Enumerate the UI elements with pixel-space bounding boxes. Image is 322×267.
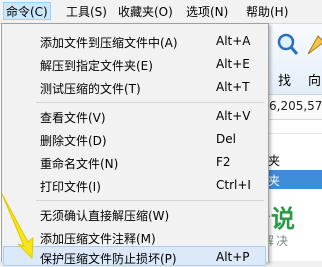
menu-item-shortcut: Alt+V — [216, 109, 251, 123]
path-bar: 6,205,572 — [262, 95, 322, 120]
find-label: 找 — [278, 74, 292, 89]
wizard-label: 向 — [308, 74, 322, 89]
menu-item-shortcut: Ctrl+I — [216, 178, 251, 192]
archive-size: 6,205,572 — [269, 99, 322, 113]
menu-item-shortcut: Alt+T — [216, 80, 250, 94]
menu-separator — [36, 200, 264, 201]
menu-item-shortcut: Alt+E — [216, 57, 250, 71]
menu-item-shortcut: Alt+P — [216, 250, 250, 264]
menu-item-shortcut: F2 — [216, 155, 231, 169]
list-item-selected[interactable]: 夹 — [262, 170, 322, 189]
list-item[interactable]: 夹 — [262, 150, 322, 169]
menu-tools[interactable]: 工具(S) — [66, 3, 107, 21]
menu-separator — [36, 102, 264, 103]
toolbar: 找 向 — [262, 24, 322, 95]
find-icon[interactable] — [276, 32, 300, 61]
menu-help[interactable]: 帮助(H) — [246, 3, 288, 21]
menu-item-shortcut: Alt+A — [216, 34, 251, 48]
annotation-arrow-icon — [1, 193, 34, 260]
menu-item-label: 添加文件到压缩文件中(A) — [40, 36, 178, 50]
menu-options[interactable]: 选项(N) — [186, 3, 228, 21]
wizard-icon[interactable] — [306, 32, 322, 61]
menu-favorites[interactable]: 收藏夹(O) — [118, 3, 173, 21]
divider — [262, 133, 322, 134]
list-item-type: 夹 — [268, 174, 281, 188]
menu-item-shortcut: Del — [216, 132, 236, 146]
list-item-type: 夹 — [268, 154, 281, 168]
menu-item-label: 保护压缩文件防止损坏(P) — [40, 252, 177, 266]
